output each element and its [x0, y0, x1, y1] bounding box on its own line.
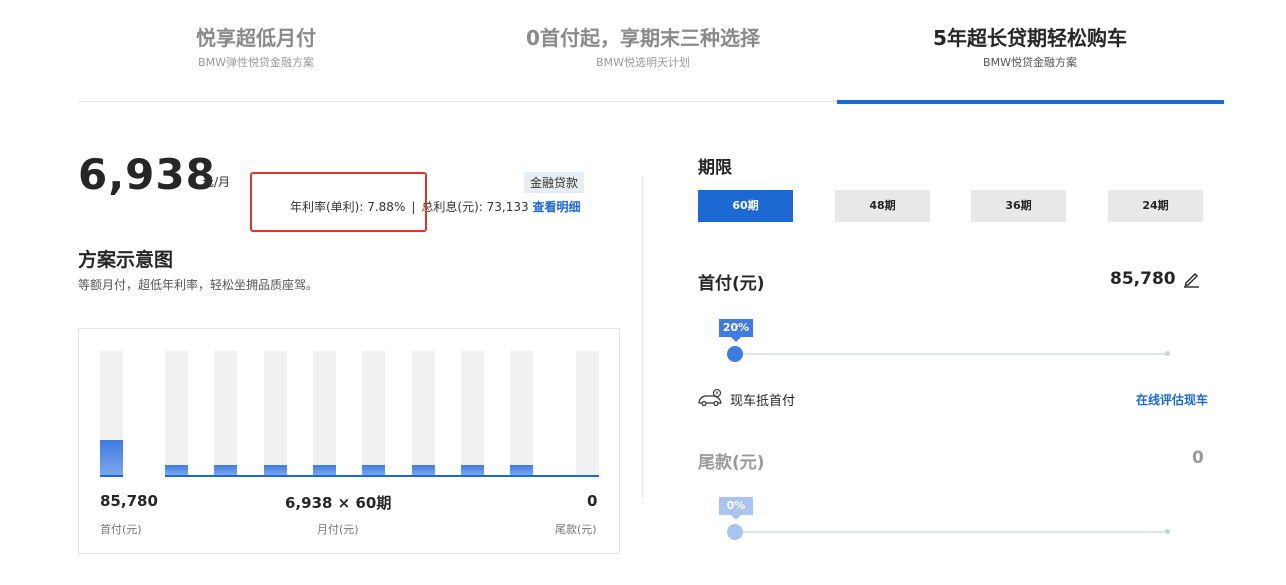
monthly-payment-value: 6,938 × 60期 — [285, 494, 392, 512]
balloon-title: 尾款(元) — [698, 453, 765, 473]
plan-diagram: 85,780 首付(元) 6,938 × 60期 月付(元) 0 尾款(元) — [78, 328, 620, 554]
down-payment-baseline — [100, 475, 123, 477]
trade-in-label: 现车抵首付 — [730, 394, 796, 409]
balloon-value: 0 — [587, 492, 598, 510]
slider-end-dot — [1165, 351, 1170, 356]
tab-low-monthly[interactable]: 悦享超低月付 BMW弹性悦贷金融方案 — [106, 24, 406, 70]
down-payment-label: 首付(元) — [100, 523, 142, 536]
balloon-label: 尾款(元) — [555, 523, 597, 536]
balloon-slider-handle[interactable] — [727, 524, 743, 540]
tab-subtitle: BMW悦贷金融方案 — [983, 56, 1077, 69]
monthly-bar-track — [510, 351, 533, 475]
loan-type-badge: 金融贷款 — [524, 172, 585, 193]
view-details-link[interactable]: 查看明细 — [532, 200, 580, 214]
evaluate-car-link[interactable]: 在线评估现车 — [1136, 391, 1208, 408]
rate-highlight-box — [250, 172, 427, 232]
monthly-bar-track — [313, 351, 336, 475]
term-option-48[interactable]: 48期 — [835, 190, 930, 222]
tab-title: 0首付起，享期末三种选择 — [526, 26, 760, 50]
tab-zero-down[interactable]: 0首付起，享期末三种选择 BMW悦选明天计划 — [493, 24, 793, 70]
monthly-bar — [264, 465, 287, 475]
term-option-24[interactable]: 24期 — [1108, 190, 1203, 222]
monthly-bar — [510, 465, 533, 475]
monthly-bar-track — [214, 351, 237, 475]
monthly-bar — [362, 465, 385, 475]
plan-title: 方案示意图 — [78, 249, 174, 271]
term-option-60[interactable]: 60期 — [698, 190, 793, 222]
balloon-bar-track — [576, 351, 599, 475]
slider-end-dot — [1165, 529, 1170, 534]
down-payment-value: 85,780 — [100, 492, 158, 510]
monthly-bar-track — [362, 351, 385, 475]
monthly-bar — [165, 465, 188, 475]
down-payment-title: 首付(元) — [698, 274, 765, 294]
panel-divider — [642, 176, 643, 498]
edit-pencil-icon[interactable] — [1182, 270, 1200, 288]
monthly-payment-label: 月付(元) — [317, 523, 359, 536]
total-interest: 总利息(元): 73,133 — [421, 200, 529, 214]
monthly-bar — [461, 465, 484, 475]
monthly-bar-track — [412, 351, 435, 475]
tab-title: 悦享超低月付 — [196, 26, 316, 50]
tab-title: 5年超长贷期轻松购车 — [933, 26, 1127, 50]
plan-subtitle: 等额月付，超低年利率，轻松坐拥品质座驾。 — [78, 278, 319, 292]
tab-subtitle: BMW弹性悦贷金融方案 — [198, 56, 314, 69]
down-payment-bar-track — [100, 351, 123, 475]
monthly-bar-track — [264, 351, 287, 475]
balloon-slider-track[interactable] — [735, 531, 1168, 533]
tab-subtitle: BMW悦选明天计划 — [596, 56, 690, 69]
term-title: 期限 — [698, 158, 732, 178]
monthly-bar — [412, 465, 435, 475]
monthly-payment-amount: 6,938 — [78, 150, 216, 199]
monthly-baseline — [165, 475, 599, 477]
term-option-36[interactable]: 36期 — [971, 190, 1066, 222]
balloon-percent-tip: 0% — [719, 497, 753, 520]
svg-text:¥: ¥ — [715, 391, 718, 397]
down-payment-amount: 85,780 — [1110, 269, 1176, 289]
monthly-bar — [214, 465, 237, 475]
monthly-bar-track — [461, 351, 484, 475]
monthly-bar-track — [165, 351, 188, 475]
down-payment-slider-handle[interactable] — [727, 346, 743, 362]
car-trade-in-icon: ¥ — [698, 388, 722, 407]
tab-active-indicator — [837, 100, 1224, 104]
down-payment-percent-tip: 20% — [719, 319, 753, 342]
monthly-bar — [313, 465, 336, 475]
tab-five-year-loan[interactable]: 5年超长贷期轻松购车 BMW悦贷金融方案 — [880, 24, 1180, 70]
balloon-amount: 0 — [1192, 448, 1204, 468]
down-payment-bar — [100, 440, 123, 475]
monthly-payment-unit: 元/月 — [202, 175, 231, 189]
down-payment-slider-track[interactable] — [735, 353, 1168, 355]
